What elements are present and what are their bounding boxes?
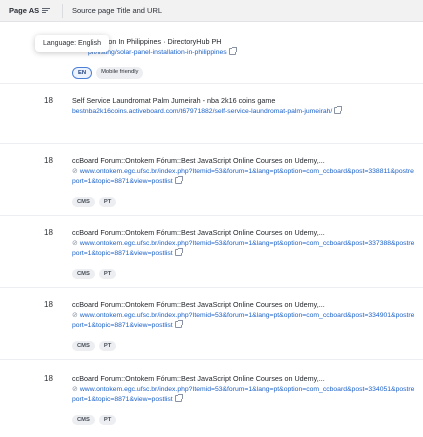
source-title[interactable]: ccBoard Forum::Ontokem Fórum::Best JavaS… (72, 374, 415, 383)
page-as-value: 18 (44, 96, 53, 105)
source-title[interactable]: ccBoard Forum::Ontokem Fórum::Best JavaS… (72, 156, 415, 165)
source-title[interactable]: stallation In Philippines · DirectoryHub… (88, 37, 415, 46)
column-divider (62, 4, 63, 18)
cms-chip: CMS (72, 341, 95, 351)
cms-chip: CMS (72, 415, 95, 425)
language-chip: PT (98, 197, 117, 207)
table-row: 18 ccBoard Forum::Ontokem Fórum::Best Ja… (0, 360, 423, 437)
source-url[interactable]: ph/listing/solar-panel-installation-in-p… (88, 47, 423, 58)
table-row: 18 Self Service Laundromat Palm Jumeirah… (0, 84, 423, 144)
source-url[interactable]: ⊘ www.ontokem.egc.ufsc.br/index.php?Itemi… (72, 167, 417, 186)
external-link-icon[interactable] (174, 175, 183, 184)
link-icon: ⊘ (72, 386, 78, 393)
mobile-friendly-chip: Mobile friendly (96, 67, 144, 79)
source-url[interactable]: ⊘ www.ontokem.egc.ufsc.br/index.php?Itemi… (72, 311, 417, 330)
page-as-value: 18 (44, 228, 53, 237)
table-row: stallation In Philippines · DirectoryHub… (0, 22, 423, 84)
cms-chip: CMS (72, 197, 95, 207)
page-as-value: 18 (44, 300, 53, 309)
external-link-icon[interactable] (174, 319, 183, 328)
table-row: 18 ccBoard Forum::Ontokem Fórum::Best Ja… (0, 216, 423, 288)
table-row: 18 ccBoard Forum::Ontokem Fórum::Best Ja… (0, 288, 423, 360)
source-title[interactable]: ccBoard Forum::Ontokem Fórum::Best JavaS… (72, 300, 415, 309)
external-link-icon[interactable] (174, 247, 183, 256)
source-url[interactable]: ⊘ www.ontokem.egc.ufsc.br/index.php?Itemi… (72, 239, 417, 258)
language-chip[interactable]: EN (72, 67, 93, 79)
sort-icon[interactable] (42, 7, 51, 14)
source-url[interactable]: bestnba2k16coins.activeboard.com/t679718… (72, 106, 417, 117)
language-chip: PT (98, 269, 117, 279)
table-row: 18 ccBoard Forum::Ontokem Fórum::Best Ja… (0, 144, 423, 216)
language-tooltip: Language: English (35, 35, 109, 52)
source-url[interactable]: ⊘ www.ontokem.egc.ufsc.br/index.php?Itemi… (72, 385, 417, 404)
page-as-value: 18 (44, 374, 53, 383)
external-link-icon[interactable] (174, 393, 183, 402)
external-link-icon[interactable] (334, 106, 343, 114)
source-title[interactable]: Self Service Laundromat Palm Jumeirah - … (72, 96, 415, 105)
source-column-header: Source page Title and URL (72, 6, 163, 15)
link-icon: ⊘ (72, 312, 78, 319)
page-as-label: Page AS (9, 6, 40, 15)
table-header: Page AS Source page Title and URL (0, 0, 423, 22)
external-link-icon[interactable] (228, 47, 237, 55)
link-icon: ⊘ (72, 168, 78, 175)
source-title[interactable]: ccBoard Forum::Ontokem Fórum::Best JavaS… (72, 228, 415, 237)
cms-chip: CMS (72, 269, 95, 279)
link-icon: ⊘ (72, 240, 78, 247)
page-as-value: 18 (44, 156, 53, 165)
page-as-column-header[interactable]: Page AS (9, 6, 51, 15)
language-chip: PT (98, 415, 117, 425)
language-chip: PT (98, 341, 117, 351)
